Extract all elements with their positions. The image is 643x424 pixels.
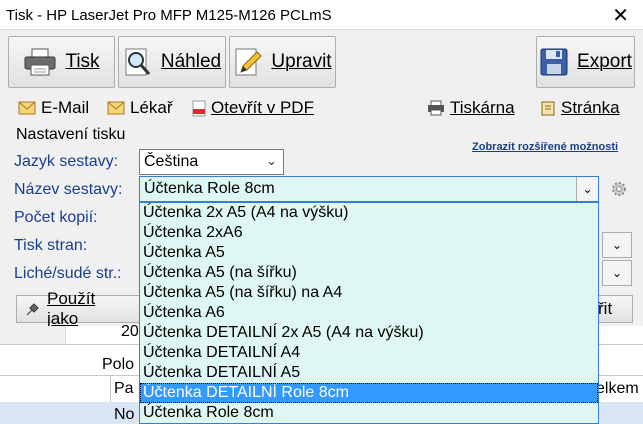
doctor-label: Lékař	[130, 98, 173, 117]
right-action-label: řit	[598, 299, 613, 318]
page-label: Stránka	[561, 98, 620, 117]
export-label: Export	[577, 51, 632, 72]
preview-label: Náhled	[160, 51, 222, 72]
small-printer-icon	[428, 100, 444, 116]
grid-column-header: elkem	[596, 380, 639, 397]
advanced-options-link[interactable]: Zobrazit rozšířené možnosti	[472, 141, 618, 153]
pages-label: Tisk stran:	[14, 237, 88, 254]
dropdown-option[interactable]: Účtenka A5 (na šířku)	[140, 263, 598, 283]
printer-link[interactable]: Tiskárna	[427, 98, 515, 118]
report-name-label: Název sestavy:	[14, 181, 123, 198]
copies-label: Počet kopií:	[14, 209, 98, 226]
floppy-disk-icon	[540, 48, 568, 76]
use-as-label: Použít jako	[46, 289, 96, 328]
dropdown-option[interactable]: Účtenka DETAILNÍ A4	[140, 343, 598, 363]
dropdown-option[interactable]: Účtenka A5 (na šířku) na A4	[140, 283, 598, 303]
window-title: Tisk - HP LaserJet Pro MFP M125-M126 PCL…	[6, 7, 332, 24]
pin-icon	[26, 303, 39, 316]
dropdown-option[interactable]: Účtenka DETAILNÍ 2x A5 (A4 na výšku)	[140, 323, 598, 343]
grid-column-header: Polo	[102, 356, 135, 373]
grid-number: 20	[121, 323, 139, 340]
chevron-down-icon[interactable]: ⌄	[576, 177, 598, 201]
print-button[interactable]: Tisk	[8, 36, 115, 88]
dropdown-option[interactable]: Účtenka 2x A5 (A4 na výšku)	[140, 203, 598, 223]
email-link[interactable]: E-Mail	[18, 98, 89, 118]
report-name-value: Účtenka Role 8cm	[144, 180, 275, 197]
title-bar: Tisk - HP LaserJet Pro MFP M125-M126 PCL…	[0, 0, 643, 30]
pdf-icon	[192, 100, 206, 116]
print-window: Tisk - HP LaserJet Pro MFP M125-M126 PCL…	[0, 0, 643, 424]
report-name-select[interactable]: Účtenka Role 8cm ⌄	[139, 176, 599, 202]
dropdown-option[interactable]: Účtenka Role 8cm	[140, 403, 598, 423]
open-pdf-link[interactable]: Otevřít v PDF	[192, 98, 314, 118]
edit-pencil-icon	[235, 48, 263, 76]
doctor-link[interactable]: Lékař	[107, 98, 173, 118]
chevron-down-icon: ⌄	[266, 153, 277, 168]
printer-label: Tiskárna	[450, 98, 515, 117]
report-name-dropdown[interactable]: Účtenka 2x A5 (A4 na výšku) Účtenka 2xA6 Ú…	[139, 202, 599, 424]
email-label: E-Mail	[41, 98, 90, 117]
dropdown-option[interactable]: Účtenka DETAILNÍ A5	[140, 363, 598, 383]
odd-even-select-arrow[interactable]: ⌄	[602, 260, 632, 286]
dropdown-option[interactable]: Účtenka A6	[140, 303, 598, 323]
language-label: Jazyk sestavy:	[14, 153, 119, 170]
odd-even-label: Liché/sudé str.:	[14, 265, 122, 282]
language-value: Čeština	[144, 153, 199, 170]
printer-icon	[24, 48, 56, 76]
pages-select-arrow[interactable]: ⌄	[602, 232, 632, 258]
grid-left-strip	[0, 326, 66, 344]
close-icon[interactable]: ✕	[612, 3, 629, 28]
dropdown-option[interactable]: Účtenka DETAILNÍ Role 8cm	[140, 383, 598, 403]
grid-cell: No	[114, 406, 135, 423]
envelope-icon	[107, 101, 125, 115]
print-label: Tisk	[65, 51, 100, 72]
page-setup-icon	[541, 101, 555, 116]
language-select[interactable]: Čeština ⌄	[139, 149, 284, 175]
use-as-button[interactable]: Použít jako	[16, 289, 140, 328]
print-settings-title: Nastavení tisku	[14, 126, 128, 144]
right-action-button[interactable]: řit	[593, 295, 633, 323]
export-button[interactable]: Export	[536, 36, 635, 88]
magnifier-icon	[125, 48, 151, 76]
preview-button[interactable]: Náhled	[118, 36, 226, 88]
edit-label: Upravit	[271, 51, 332, 72]
envelope-icon	[18, 101, 36, 115]
page-link[interactable]: Stránka	[540, 98, 620, 118]
dropdown-option[interactable]: Účtenka 2xA6	[140, 223, 598, 243]
gear-icon[interactable]	[610, 180, 628, 198]
grid-column-header: Pa	[114, 380, 134, 397]
dropdown-option[interactable]: Účtenka A5	[140, 243, 598, 263]
open-pdf-label: Otevřít v PDF	[211, 98, 314, 117]
edit-button[interactable]: Upravit	[229, 36, 336, 88]
